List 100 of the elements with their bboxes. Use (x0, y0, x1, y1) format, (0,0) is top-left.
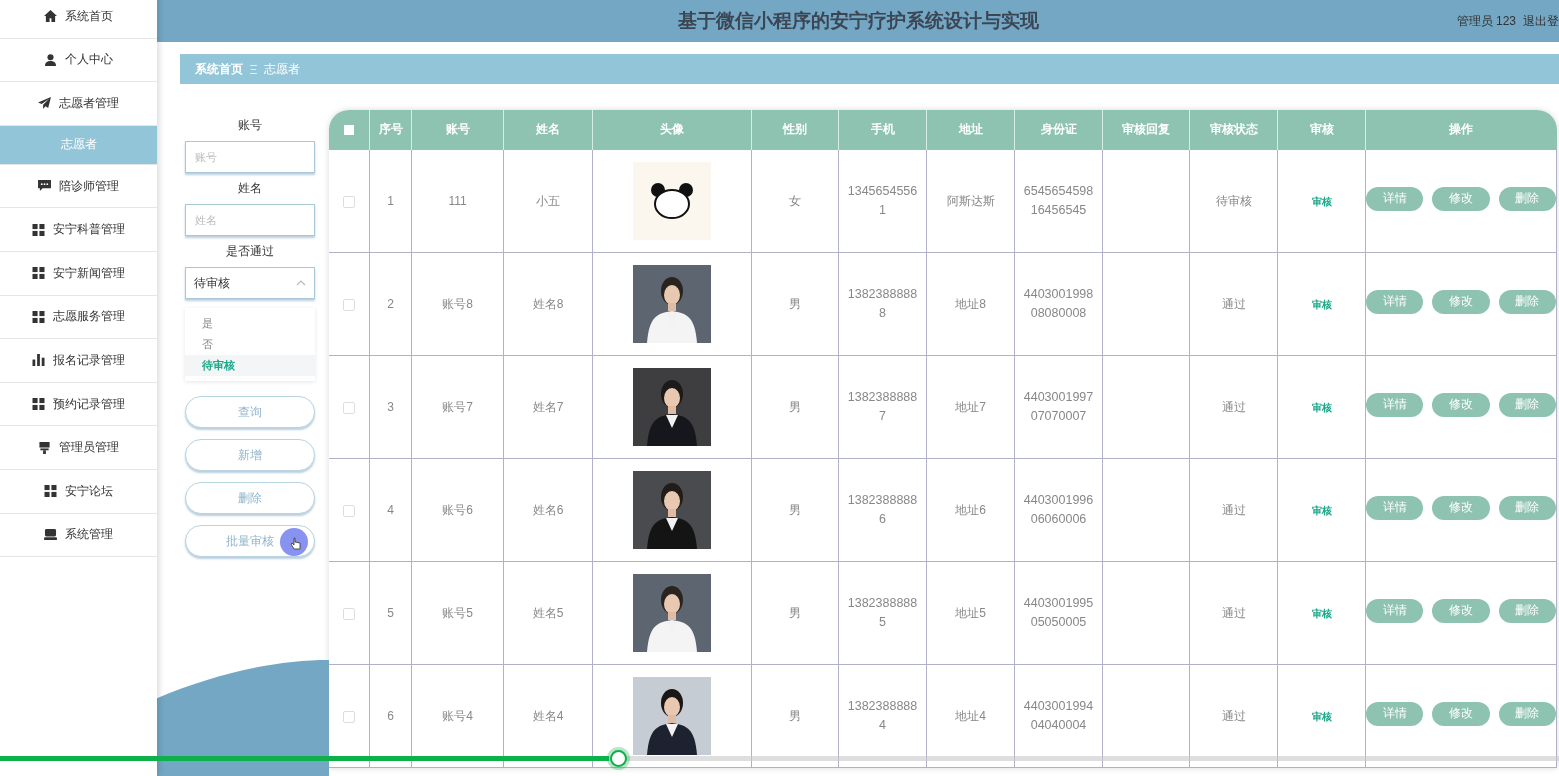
sidebar-item[interactable]: 安宁科普管理 (0, 208, 157, 252)
table-cell: 账号7 (411, 355, 504, 459)
row-action-button[interactable]: 详情 (1366, 392, 1424, 417)
select-field[interactable]: 待审核 (185, 267, 315, 299)
table-cell-text: 440300199707070007 (1022, 389, 1095, 425)
row-action-button[interactable]: 详情 (1366, 186, 1424, 211)
row-checkbox[interactable] (343, 401, 355, 414)
column-header: 账号 (411, 110, 504, 150)
table-cell-text: 13823888887 (846, 389, 919, 425)
sidebar-item[interactable]: 管理员管理 (0, 426, 157, 470)
review-link[interactable]: 审核 (1311, 298, 1332, 310)
sidebar-item[interactable]: 报名记录管理 (0, 339, 157, 383)
table-cell: 男 (751, 561, 839, 665)
review-link[interactable]: 审核 (1311, 710, 1332, 722)
row-action-button[interactable]: 详情 (1366, 495, 1424, 520)
sidebar-item[interactable]: 预约记录管理 (0, 382, 157, 427)
sidebar-item[interactable]: 安宁论坛 (0, 469, 157, 514)
review-link[interactable]: 审核 (1311, 401, 1332, 413)
cursor-highlight-icon (280, 528, 308, 556)
column-header: 审核回复 (1102, 110, 1190, 150)
table-cell-text: 440300199505050005 (1022, 595, 1095, 631)
row-action-button[interactable]: 详情 (1366, 289, 1424, 314)
action-button[interactable]: 删除 (185, 482, 315, 514)
column-header: 操作 (1365, 110, 1557, 150)
table-cell: 地址6 (926, 458, 1015, 562)
input-field[interactable]: 姓名 (185, 204, 315, 236)
dropdown-option[interactable]: 否 (185, 334, 315, 355)
row-action-button[interactable]: 修改 (1432, 392, 1490, 417)
row-action-button[interactable]: 删除 (1498, 289, 1556, 314)
row-action-button[interactable]: 详情 (1366, 701, 1424, 726)
grid-icon (32, 267, 45, 280)
progress-track[interactable] (0, 749, 1559, 768)
table-cell: 账号8 (411, 252, 504, 356)
table-cell: 男 (751, 458, 839, 562)
row-action-button[interactable]: 详情 (1366, 598, 1424, 623)
review-link[interactable]: 审核 (1311, 607, 1332, 619)
sidebar-item[interactable]: 志愿者 (0, 125, 157, 165)
row-action-button[interactable]: 修改 (1432, 701, 1490, 726)
row-action-button[interactable]: 修改 (1432, 495, 1490, 520)
table-cell-text: 440300199606060006 (1022, 492, 1095, 528)
column-header: 姓名 (503, 110, 593, 150)
sidebar-item[interactable]: 系统管理 (0, 513, 157, 558)
table-cell: 地址8 (926, 252, 1015, 356)
row-action-button[interactable]: 删除 (1498, 598, 1556, 623)
row-checkbox[interactable] (343, 710, 355, 723)
field-label: 账号 (237, 117, 263, 134)
column-header: 性别 (751, 110, 839, 150)
grid-icon (44, 485, 57, 498)
table-cell: 地址5 (926, 561, 1015, 665)
column-header: 手机 (838, 110, 927, 150)
page-title: 基于微信小程序的安宁疗护系统设计与实现 (677, 9, 1039, 33)
table-cell: 通过 (1189, 458, 1278, 562)
grid-icon (32, 398, 45, 411)
column-header: 头像 (592, 110, 752, 150)
sidebar-item[interactable]: 安宁新闻管理 (0, 251, 157, 296)
grid-icon (32, 223, 45, 236)
row-action-button[interactable]: 删除 (1498, 186, 1556, 211)
review-link[interactable]: 审核 (1311, 195, 1332, 207)
dropdown-option[interactable]: 待审核 (185, 355, 315, 376)
sidebar-item[interactable]: 志愿者管理 (0, 82, 157, 126)
sidebar-item[interactable]: 个人中心 (0, 38, 157, 83)
table-cell-text: 440300199808080008 (1022, 286, 1095, 322)
action-button[interactable]: 新增 (185, 439, 315, 471)
row-checkbox[interactable] (343, 298, 355, 311)
select-all-checkbox[interactable] (344, 125, 354, 136)
grid-icon (32, 310, 45, 323)
breadcrumb-link[interactable]: 志愿者 (264, 60, 300, 78)
table-cell-text: 13823888888 (846, 286, 919, 322)
dropdown-option[interactable]: 是 (185, 313, 315, 334)
breadcrumb-link[interactable]: 系统首页 (195, 60, 243, 78)
row-action-button[interactable]: 删除 (1498, 495, 1556, 520)
paper-plane-icon (38, 97, 51, 110)
progress-handle[interactable] (609, 750, 627, 767)
column-header: 审核状态 (1189, 110, 1278, 150)
home-icon (44, 10, 57, 23)
table-cell: 姓名7 (503, 355, 593, 459)
table-cell: 姓名8 (503, 252, 593, 356)
action-button[interactable]: 查询 (185, 396, 315, 428)
row-action-button[interactable]: 删除 (1498, 392, 1556, 417)
monitor-icon (44, 528, 57, 541)
table-cell-text: 13823888884 (846, 698, 919, 734)
table-cell: 4 (369, 458, 412, 562)
row-checkbox[interactable] (343, 504, 355, 517)
row-checkbox[interactable] (343, 195, 355, 208)
sidebar-item[interactable]: 陪诊师管理 (0, 164, 157, 209)
row-checkbox[interactable] (343, 607, 355, 620)
logout-link[interactable]: 退出登 (1523, 12, 1559, 30)
table-cell: 男 (751, 355, 839, 459)
review-link[interactable]: 审核 (1311, 504, 1332, 516)
row-action-button[interactable]: 修改 (1432, 289, 1490, 314)
table-cell: 2 (369, 252, 412, 356)
sidebar-item[interactable]: 志愿服务管理 (0, 295, 157, 340)
table-cell: 通过 (1189, 252, 1278, 356)
row-action-button[interactable]: 修改 (1432, 598, 1490, 623)
chevron-icon (296, 280, 306, 286)
table-cell-text: 13823888886 (846, 492, 919, 528)
table-cell: 待审核 (1189, 149, 1278, 253)
row-action-button[interactable]: 修改 (1432, 186, 1490, 211)
table-cell-text: 654565459816456545 (1022, 183, 1095, 219)
row-action-button[interactable]: 删除 (1498, 701, 1556, 726)
